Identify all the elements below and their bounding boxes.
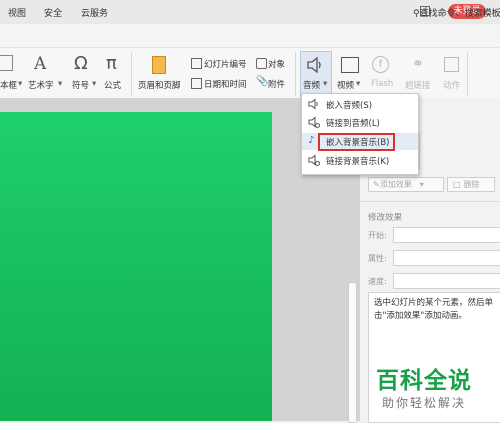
chevron-down-icon[interactable]: ▾ <box>18 79 22 89</box>
action-button[interactable]: 动作 <box>443 79 460 91</box>
symbol-button[interactable]: 符号 <box>72 79 89 91</box>
watermark-subtitle: 助你轻松解决 <box>382 396 467 410</box>
modify-effect-title: 修改效果 <box>368 213 403 223</box>
textbox-button[interactable]: 本框 <box>0 79 17 91</box>
formula-button[interactable]: 公式 <box>104 79 121 91</box>
video-button[interactable]: 视频 <box>337 79 354 91</box>
panel-divider <box>360 201 500 202</box>
menu-bar <box>0 24 500 48</box>
slide-number-button[interactable]: 幻灯片编号 <box>204 58 247 70</box>
add-effect-button[interactable]: ✎添加效果 ▾ <box>368 177 444 192</box>
menu-item-embed-audio[interactable]: 嵌入音频(S) <box>302 96 418 113</box>
start-field[interactable] <box>393 227 500 243</box>
object-button[interactable]: 对象 <box>268 58 285 70</box>
hyperlink-icon: ⚭ <box>412 56 424 72</box>
video-icon <box>341 57 359 73</box>
hyperlink-button[interactable]: 超链接 <box>405 79 431 91</box>
ribbon-divider <box>131 52 132 96</box>
trash-icon: □ <box>453 180 461 189</box>
ribbon-divider <box>295 52 296 96</box>
slide[interactable] <box>0 112 272 421</box>
menu-security[interactable]: 安全 <box>44 6 62 19</box>
menu-view[interactable]: 视图 <box>8 6 26 19</box>
wordart-icon: A <box>34 54 47 74</box>
menu-item-label: 链接背景音乐(K) <box>326 157 390 167</box>
delete-label: 删除 <box>463 180 480 189</box>
chevron-down-icon[interactable]: ▾ <box>58 79 62 89</box>
omega-symbol-icon: Ω <box>74 53 88 74</box>
vertical-scrollbar[interactable] <box>348 282 357 423</box>
speed-field[interactable] <box>393 273 500 289</box>
datetime-button[interactable]: 日期和时间 <box>204 78 247 90</box>
add-effect-label: 添加效果 <box>379 180 412 189</box>
paperclip-icon: 📎 <box>256 76 269 87</box>
start-label: 开始: <box>368 231 387 240</box>
property-field[interactable] <box>393 250 500 266</box>
music-note-icon: ♪ <box>308 135 315 146</box>
highlight-annotation-box <box>318 133 395 151</box>
chevron-down-icon[interactable]: ▾ <box>92 79 96 89</box>
pencil-icon: ✎ <box>373 180 380 189</box>
menu-item-label: 嵌入音频(S) <box>326 101 373 111</box>
speed-label: 速度: <box>368 277 387 286</box>
delete-effect-button[interactable]: □ 删除 <box>447 177 495 192</box>
ribbon-divider <box>467 52 468 96</box>
animation-hint-text: 选中幻灯片的某个元素，然后单击"添加效果"添加动画。 <box>374 298 494 321</box>
chevron-down-icon[interactable]: ▾ <box>323 79 327 89</box>
wordart-button[interactable]: 艺术字 <box>28 79 54 91</box>
audio-label: 音频 <box>303 81 321 91</box>
speaker-link-icon <box>308 154 320 169</box>
flash-icon: f <box>372 56 389 73</box>
menu-item-link-bg-music[interactable]: 链接背景音乐(K) <box>302 152 418 169</box>
search-icon: ⚲ <box>413 9 420 19</box>
speaker-link-icon <box>308 116 320 131</box>
header-footer-icon <box>152 56 166 74</box>
menu-cloud[interactable]: 云服务 <box>81 6 108 19</box>
action-icon <box>444 57 459 72</box>
slide-number-icon <box>191 58 202 69</box>
flash-button[interactable]: Flash <box>371 79 393 89</box>
textbox-icon <box>0 55 13 71</box>
watermark-title: 百科全说 <box>376 368 472 394</box>
menu-item-label: 链接到音频(L) <box>326 119 380 129</box>
property-label: 属性: <box>368 254 387 263</box>
attachment-button[interactable]: 附件 <box>268 78 285 90</box>
pi-formula-icon: π <box>106 53 117 74</box>
chevron-down-icon[interactable]: ▾ <box>356 79 360 89</box>
speaker-icon <box>308 98 320 113</box>
menu-item-link-audio[interactable]: 链接到音频(L) <box>302 114 418 131</box>
calendar-icon <box>191 78 202 89</box>
command-search-label: 查找命令、搜索模板 <box>419 9 500 19</box>
command-search[interactable]: ⚲查找命令、搜索模板 <box>413 6 500 19</box>
chevron-down-icon: ▾ <box>419 180 424 189</box>
header-footer-button[interactable]: 页眉和页脚 <box>138 79 181 91</box>
speaker-icon <box>305 55 325 78</box>
object-icon <box>256 58 267 69</box>
